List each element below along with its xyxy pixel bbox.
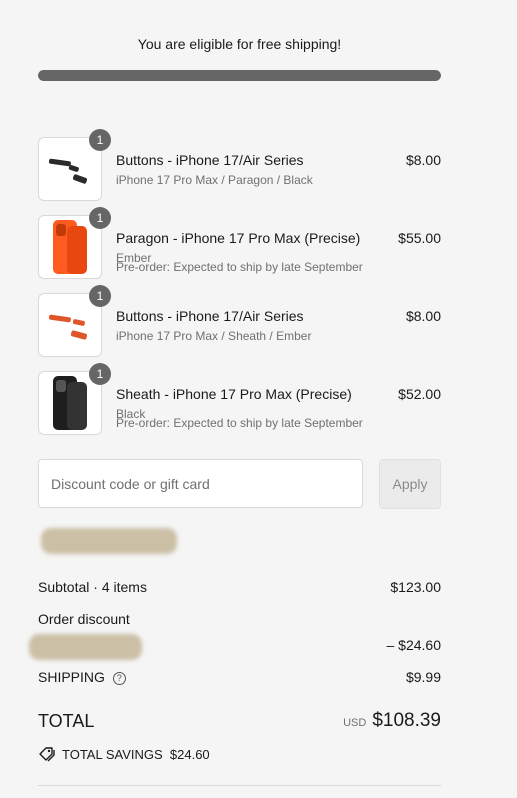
product-image: 1: [38, 129, 111, 201]
cart-item: 1 Buttons - iPhone 17/Air Series iPhone …: [38, 285, 441, 357]
item-title: Buttons - iPhone 17/Air Series: [116, 152, 304, 168]
shipping-value: $9.99: [405, 669, 441, 685]
subtotal-label: Subtotal · 4 items: [38, 579, 147, 595]
preorder-note: Pre-order: Expected to ship by late Sept…: [116, 416, 363, 430]
item-price: $8.00: [405, 152, 441, 168]
savings-value: $24.60: [169, 746, 210, 762]
item-variant: iPhone 17 Pro Max / Paragon / Black: [116, 173, 313, 187]
total-value: $108.39: [372, 710, 441, 731]
shipping-message: You are eligible for free shipping!: [137, 36, 342, 52]
item-title: Sheath - iPhone 17 Pro Max (Precise): [116, 386, 352, 402]
redacted-discount-code: [29, 634, 142, 660]
help-icon[interactable]: ?: [112, 671, 126, 685]
item-price: $52.00: [398, 386, 441, 402]
shipping-row: SHIPPING ? $9.99: [38, 669, 441, 685]
product-image: 1: [38, 285, 111, 357]
product-image: 1: [38, 363, 111, 435]
quantity-badge: 1: [89, 129, 111, 151]
quantity-badge: 1: [89, 285, 111, 307]
cart-item: 1 Sheath - iPhone 17 Pro Max (Precise) B…: [38, 363, 441, 435]
item-title: Buttons - iPhone 17/Air Series: [116, 308, 304, 324]
item-title: Paragon - iPhone 17 Pro Max (Precise): [116, 230, 361, 246]
item-price: $55.00: [398, 230, 441, 246]
shipping-progress-fill: [38, 70, 441, 81]
quantity-badge: 1: [89, 363, 111, 385]
total-amount: USD $108.39: [343, 710, 441, 732]
cart-item: 1 Buttons - iPhone 17/Air Series iPhone …: [38, 129, 441, 201]
quantity-badge: 1: [89, 207, 111, 229]
item-variant: iPhone 17 Pro Max / Sheath / Ember: [116, 329, 312, 343]
cart-item: 1 Paragon - iPhone 17 Pro Max (Precise) …: [38, 207, 441, 279]
redacted-discount-tag: [41, 528, 177, 554]
apply-button[interactable]: Apply: [379, 459, 441, 509]
order-discount-value: – $24.60: [386, 637, 442, 653]
total-label: TOTAL: [38, 711, 95, 731]
shipping-progress-bar: [38, 70, 441, 81]
total-savings-row: TOTAL SAVINGS $24.60: [38, 746, 210, 762]
divider: [38, 785, 441, 786]
discount-code-input[interactable]: [38, 459, 363, 508]
order-discount-label: Order discount: [38, 611, 130, 627]
tag-icon: [39, 747, 55, 762]
order-discount-row: Order discount: [38, 611, 441, 627]
total-currency: USD: [343, 717, 367, 729]
product-image: 1: [38, 207, 111, 279]
preorder-note: Pre-order: Expected to ship by late Sept…: [116, 260, 363, 274]
shipping-label: SHIPPING: [38, 669, 105, 685]
savings-label: TOTAL SAVINGS: [62, 746, 163, 762]
subtotal-value: $123.00: [390, 579, 441, 595]
subtotal-row: Subtotal · 4 items $123.00: [38, 579, 441, 595]
item-price: $8.00: [405, 308, 441, 324]
